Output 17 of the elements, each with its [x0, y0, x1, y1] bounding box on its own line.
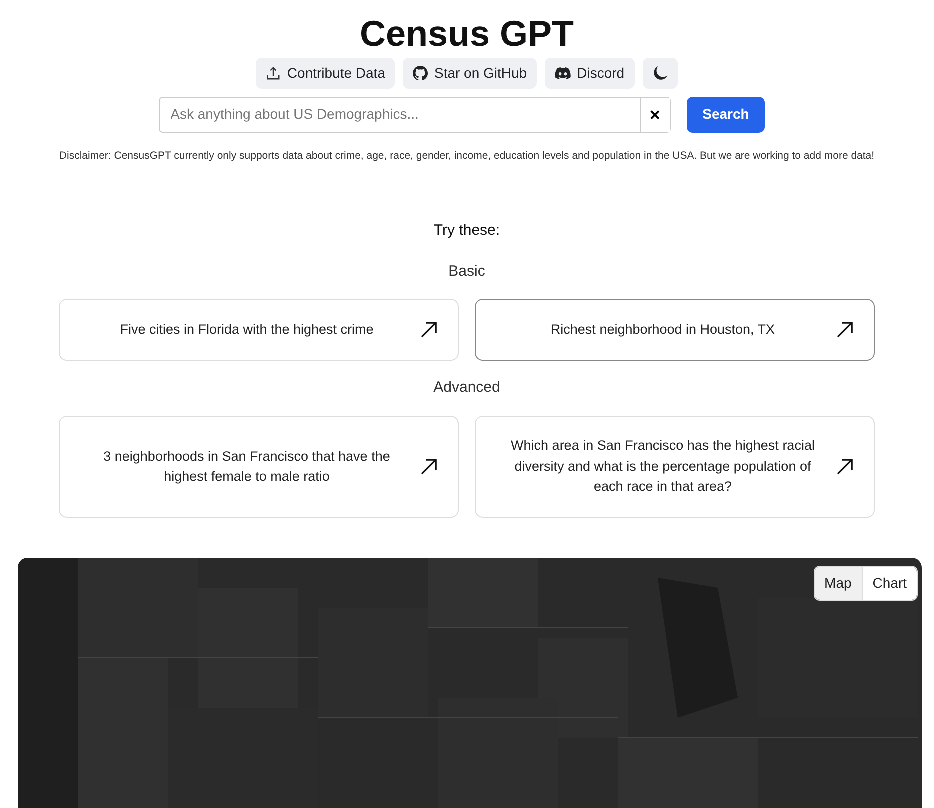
page-title: Census GPT — [360, 14, 574, 54]
clear-button[interactable]: × — [640, 98, 670, 132]
link-button[interactable]: Discord — [545, 58, 635, 89]
search-field[interactable]: Ask anything about US Demographics... × — [158, 96, 671, 133]
example-query-card[interactable]: 3 neighborhoods in San Francisco that have the highest female to male ratio — [59, 416, 459, 518]
disclaimer-text: Disclaimer: CensusGPT currently only supports data about crime, age, race, gender, income, education levels and population in the USA. But we are working to add more data! — [59, 148, 875, 164]
example-query-card[interactable]: Richest neighborhood in Houston, TX — [475, 299, 875, 362]
view-tab[interactable]: Chart — [862, 566, 917, 600]
section-heading: Basic — [448, 262, 486, 282]
example-query-card[interactable]: Which area in San Francisco has the highest racial diversity and what is the percentage population of each race in that area? — [475, 416, 875, 518]
example-query-card[interactable]: Five cities in Florida with the highest crime — [59, 299, 459, 362]
section-heading: Advanced — [434, 378, 500, 398]
view-tab[interactable]: Map — [814, 566, 862, 600]
link-button[interactable]: Contribute Data — [256, 58, 396, 89]
try-heading: Try these: — [434, 221, 500, 242]
search-button[interactable]: Search — [686, 96, 766, 133]
link-button[interactable]: Star on GitHub — [403, 58, 538, 89]
